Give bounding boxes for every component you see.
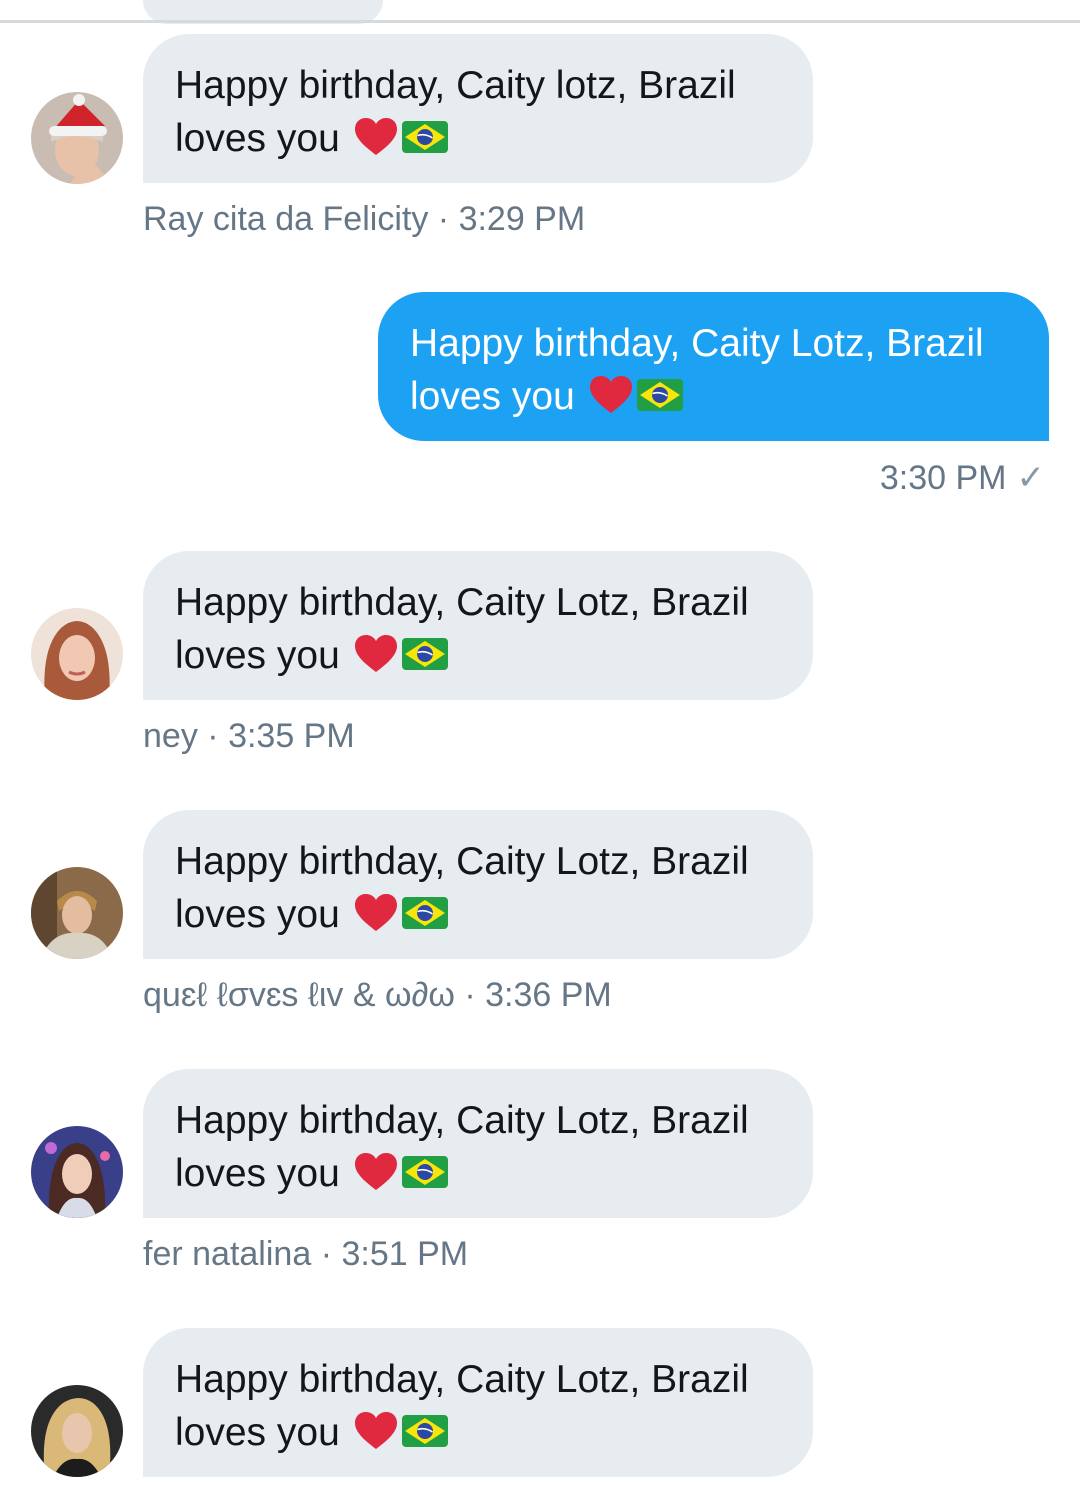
sender-name[interactable]: Ray cita da Felicity [143,200,428,238]
avatar[interactable] [31,867,123,959]
header-divider [0,20,1080,23]
brazil-flag-icon [402,1156,448,1188]
message-bubble[interactable]: Happy birthday, Caity Lotz, Brazil loves… [143,1069,813,1218]
message-text-line: Happy birthday, Caity Lotz, Brazil [175,1358,749,1401]
message-text-line: loves you [410,375,575,418]
red-heart-icon [354,1152,398,1192]
red-heart-icon [354,117,398,157]
meta-separator: · [207,717,219,755]
meta-separator: · [437,200,450,238]
red-heart-icon [354,1411,398,1451]
message-bubble[interactable]: Happy birthday, Caity Lotz, Brazil loves… [378,292,1049,441]
sender-name[interactable]: quɛℓ ℓσvɛs ℓιv & ω∂ω [143,976,455,1014]
timestamp: 3:51 PM [341,1235,469,1273]
message-meta: 3:30 PM ✓ [880,458,1045,498]
avatar[interactable] [31,1385,123,1477]
message-text-line: Happy birthday, Caity Lotz, Brazil [175,581,749,624]
brazil-flag-icon [402,897,448,929]
message-meta: fer natalina · 3:51 PM [143,1235,468,1274]
message-row: Happy birthday, Caity Lotz, Brazil loves… [0,1069,1080,1279]
avatar[interactable] [31,92,123,184]
sent-check-icon: ✓ [1016,459,1046,497]
meta-separator: · [464,976,476,1014]
red-heart-icon [354,893,398,933]
timestamp: 3:36 PM [485,976,612,1014]
message-text-line: loves you [175,893,340,936]
message-text-line: Happy birthday, Caity Lotz, Brazil [410,322,984,365]
message-bubble[interactable]: Happy birthday, Caity Lotz, Brazil loves… [143,1328,813,1477]
timestamp: 3:35 PM [228,717,355,755]
message-row: Happy birthday, Caity Lotz, Brazil loves… [0,810,1080,1020]
message-meta: Ray cita da Felicity · 3:29 PM [143,200,585,239]
message-row: Happy birthday, Caity lotz, Brazil loves… [0,34,1080,244]
message-bubble[interactable]: Happy birthday, Caity lotz, Brazil loves… [143,34,813,183]
red-heart-icon [354,634,398,674]
brazil-flag-icon [402,1415,448,1447]
message-meta: quɛℓ ℓσvɛs ℓιv & ω∂ω · 3:36 PM [143,976,612,1015]
sender-name[interactable]: fer natalina [143,1235,311,1273]
message-text-line: Happy birthday, Caity Lotz, Brazil [175,840,749,883]
timestamp: 3:30 PM [879,459,1007,497]
sender-name[interactable]: ney [143,717,198,755]
timestamp: 3:29 PM [458,200,586,238]
meta-separator: · [320,1235,333,1273]
brazil-flag-icon [402,638,448,670]
message-text-line: Happy birthday, Caity Lotz, Brazil [175,1099,749,1142]
red-heart-icon [589,375,633,415]
avatar[interactable] [31,1126,123,1218]
message-text-line: loves you [175,117,340,160]
message-text-line: loves you [175,1152,340,1195]
avatar[interactable] [31,608,123,700]
brazil-flag-icon [402,121,448,153]
message-bubble[interactable]: Happy birthday, Caity Lotz, Brazil loves… [143,810,813,959]
brazil-flag-icon [637,379,683,411]
message-meta: ney · 3:35 PM [143,717,355,756]
message-row: Happy birthday, Caity Lotz, Brazil loves… [0,551,1080,761]
message-bubble[interactable]: Happy birthday, Caity Lotz, Brazil loves… [143,551,813,700]
message-text-line: loves you [175,1411,340,1454]
message-row: Happy birthday, Caity Lotz, Brazil loves… [0,1328,1080,1509]
message-text-line: Happy birthday, Caity lotz, Brazil [175,64,736,107]
message-row: Happy birthday, Caity Lotz, Brazil loves… [0,292,1080,502]
message-text-line: loves you [175,634,340,677]
